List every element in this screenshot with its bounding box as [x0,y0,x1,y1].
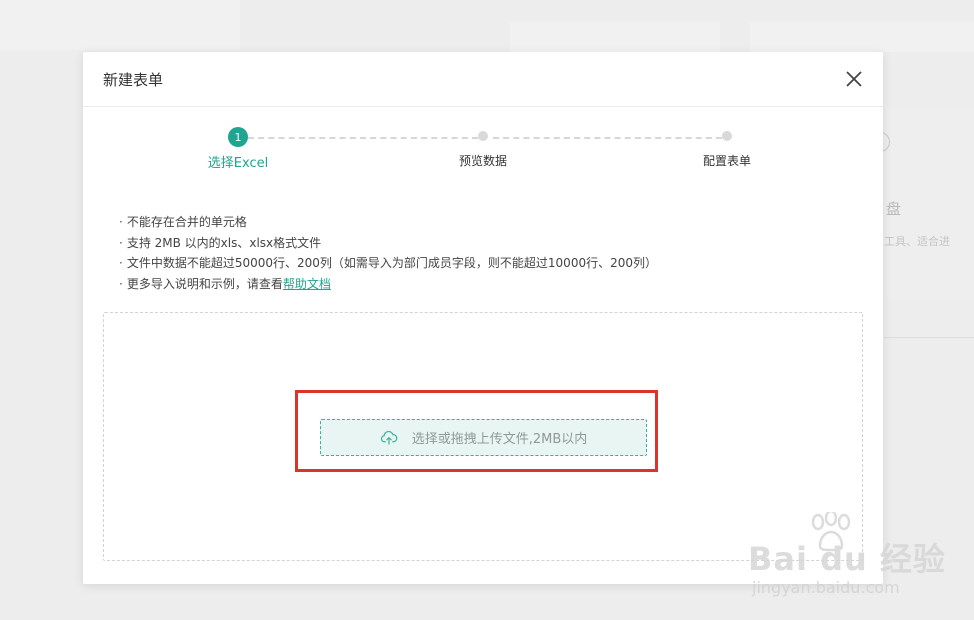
note-item: 更多导入说明和示例，请查看帮助文档 [119,274,657,295]
watermark-url: jingyan.baidu.com [752,578,900,597]
background-card [510,22,720,52]
cloud-upload-icon [380,430,398,445]
upload-button[interactable]: 选择或拖拽上传文件,2MB以内 [320,419,647,456]
note-item: 不能存在合并的单元格 [119,212,657,233]
background-divider [884,337,974,338]
background-card [0,0,240,50]
background-card-subtitle: 工具、适合进 [884,235,950,248]
dialog-header: 新建表单 [83,52,883,107]
step-3-label: 配置表单 [702,154,752,168]
new-form-dialog: 新建表单 1 选择Excel 预览数据 配置表单 不能存在合并的单元格 支持 2… [83,52,883,584]
step-2-label: 预览数据 [458,154,508,168]
import-notes: 不能存在合并的单元格 支持 2MB 以内的xls、xlsx格式文件 文件中数据不… [119,212,657,294]
dialog-title: 新建表单 [103,70,164,89]
step-1-indicator: 1 [228,127,248,147]
watermark-brand: Bai du 经验 [748,540,946,578]
step-connector [493,137,722,139]
upload-label: 选择或拖拽上传文件,2MB以内 [411,432,588,447]
baidu-jingyan-watermark: Bai du 经验 jingyan.baidu.com [748,512,968,612]
stepper: 1 选择Excel 预览数据 配置表单 [83,107,883,187]
close-icon [846,71,862,87]
note-item: 文件中数据不能超过50000行、200列（如需导入为部门成员字段，则不能超过10… [119,253,657,274]
step-connector [248,137,478,139]
background-card-title: 盘 [886,200,902,218]
step-2-indicator [478,131,488,141]
note-text: 更多导入说明和示例，请查看 [126,276,283,291]
background-card [750,22,974,52]
note-item: 支持 2MB 以内的xls、xlsx格式文件 [119,233,657,254]
help-doc-link[interactable]: 帮助文档 [283,277,331,291]
close-button[interactable] [843,68,865,90]
step-1-label: 选择Excel [207,156,269,171]
step-3-indicator [722,131,732,141]
